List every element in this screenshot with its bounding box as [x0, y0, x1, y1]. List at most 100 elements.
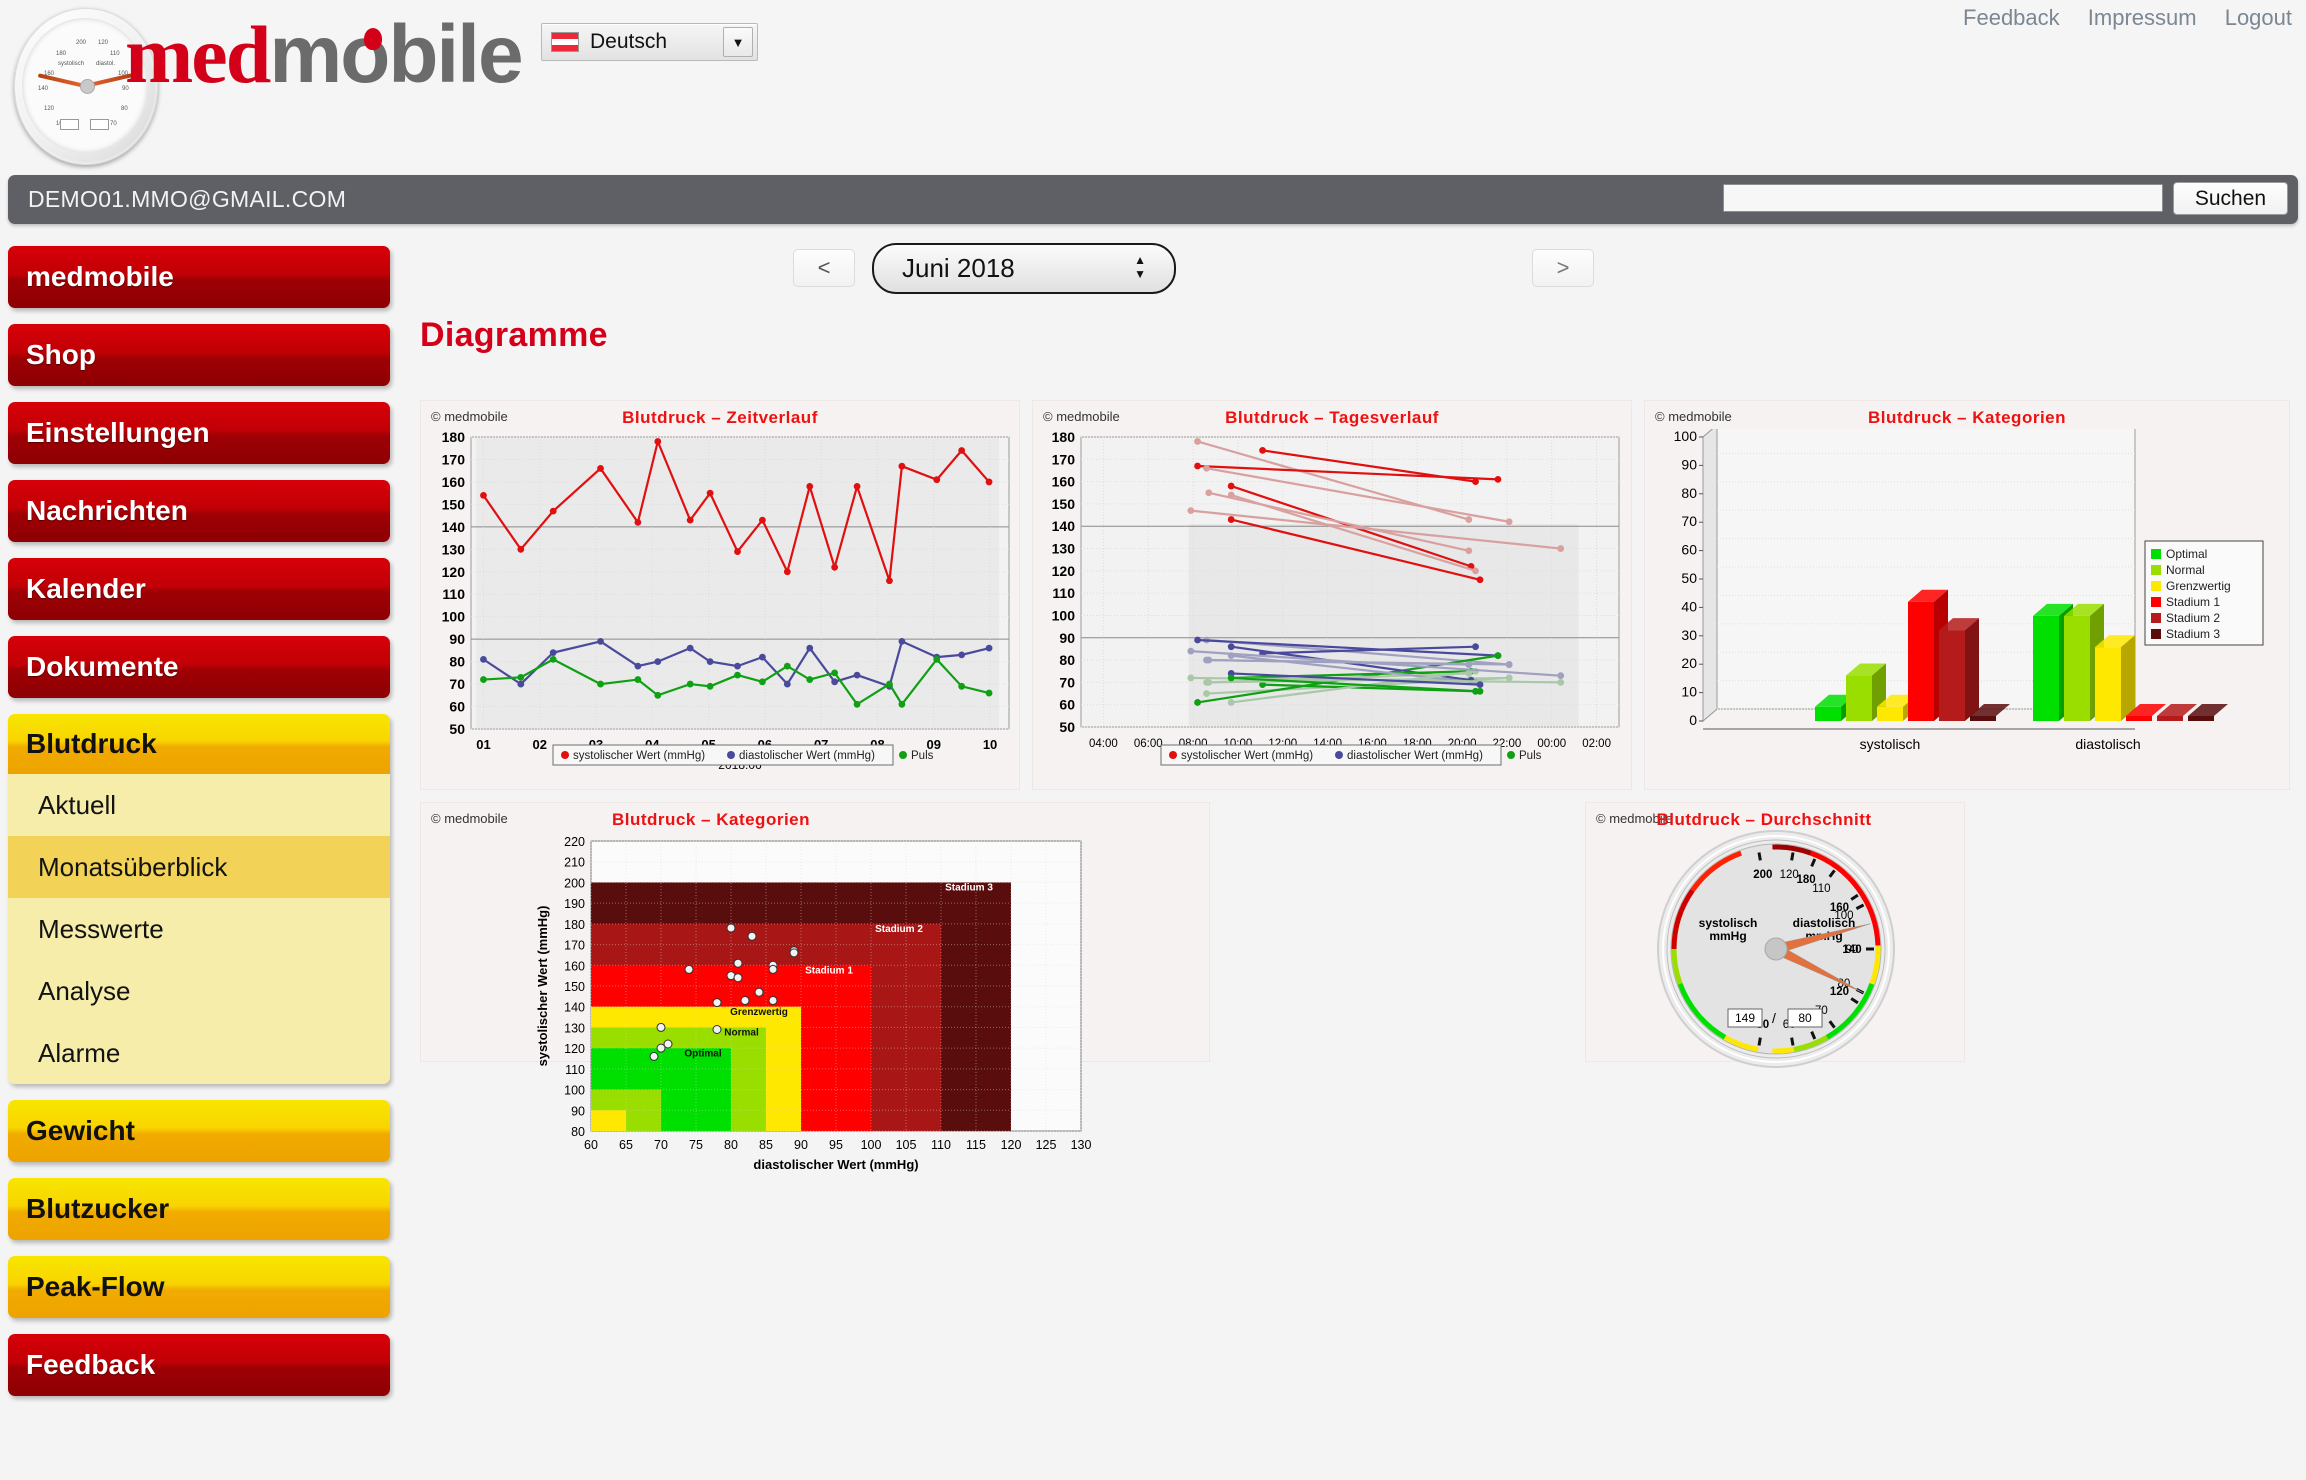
- sidebar-item-label: Nachrichten: [26, 495, 188, 526]
- sidebar-item-peak-flow[interactable]: Peak-Flow: [8, 1256, 390, 1318]
- svg-text:130: 130: [1071, 1138, 1092, 1152]
- svg-text:180: 180: [564, 918, 585, 932]
- spinner-icon[interactable]: ▲ ▼: [1134, 253, 1146, 281]
- svg-text:Stadium 1: Stadium 1: [805, 965, 853, 976]
- sidebar: medmobile Shop Einstellungen Nachrichten…: [8, 246, 398, 1412]
- svg-text:mmHg: mmHg: [1709, 929, 1746, 943]
- svg-text:20: 20: [1681, 655, 1697, 671]
- sidebar-subitem-aktuell[interactable]: Aktuell: [8, 774, 390, 836]
- svg-text:60: 60: [1681, 542, 1697, 558]
- sidebar-item-blutzucker[interactable]: Blutzucker: [8, 1178, 390, 1240]
- svg-text:200: 200: [564, 876, 585, 890]
- sidebar-item-kalender[interactable]: Kalender: [8, 558, 390, 620]
- search-button[interactable]: Suchen: [2173, 182, 2288, 215]
- svg-text:30: 30: [1681, 627, 1697, 643]
- svg-text:60: 60: [584, 1138, 598, 1152]
- svg-text:02:00: 02:00: [1582, 738, 1611, 750]
- language-label: Deutsch: [590, 30, 668, 53]
- austria-flag-icon: [551, 32, 579, 52]
- link-logout[interactable]: Logout: [2225, 5, 2292, 30]
- svg-text:110: 110: [565, 1063, 585, 1077]
- svg-text:60: 60: [1059, 697, 1075, 713]
- search-input[interactable]: [1723, 184, 2163, 212]
- svg-text:130: 130: [1052, 541, 1076, 557]
- svg-text:70: 70: [654, 1138, 668, 1152]
- user-email: DEMO01.MMO@GMAIL.COM: [28, 186, 347, 212]
- sidebar-item-feedback[interactable]: Feedback: [8, 1334, 390, 1396]
- svg-text:120: 120: [1052, 563, 1076, 579]
- month-navigation: < Juni 2018 ▲ ▼ >: [420, 243, 2290, 304]
- chevron-down-icon[interactable]: ▼: [723, 27, 753, 57]
- svg-text:50: 50: [1681, 570, 1697, 586]
- link-impressum[interactable]: Impressum: [2088, 5, 2197, 30]
- user-bar: DEMO01.MMO@GMAIL.COM Suchen: [8, 175, 2298, 224]
- svg-text:150: 150: [442, 496, 466, 512]
- sidebar-item-medmobile[interactable]: medmobile: [8, 246, 390, 308]
- svg-text:120: 120: [1001, 1138, 1022, 1152]
- chart-panel-kategorien-scatter: © medmobile Blutdruck – Kategorien 60 65 7…: [420, 802, 1210, 1172]
- svg-text:0: 0: [1689, 712, 1697, 728]
- chart-panel-kategorien-bar: © medmobile Blutdruck – Kategorien 0 10 20…: [1644, 400, 2290, 790]
- svg-text:120: 120: [442, 564, 466, 580]
- svg-text:systolisch: systolisch: [1860, 736, 1921, 752]
- sidebar-item-dokumente[interactable]: Dokumente: [8, 636, 390, 698]
- link-feedback[interactable]: Feedback: [1963, 5, 2060, 30]
- svg-text:systolischer Wert (mmHg): systolischer Wert (mmHg): [1181, 750, 1313, 762]
- sidebar-group-label: Blutdruck: [26, 728, 157, 759]
- svg-text:149: 149: [1735, 1011, 1755, 1025]
- svg-text:150: 150: [564, 980, 585, 994]
- sidebar-subitem-messwerte[interactable]: Messwerte: [8, 898, 390, 960]
- svg-text:80: 80: [1681, 485, 1697, 501]
- svg-text:80: 80: [1798, 1011, 1812, 1025]
- svg-text:Stadium 2: Stadium 2: [2166, 611, 2220, 625]
- svg-text:Optimal: Optimal: [2166, 547, 2207, 561]
- previous-month-button[interactable]: <: [793, 249, 855, 287]
- next-month-button[interactable]: >: [1532, 249, 1594, 287]
- sidebar-item-nachrichten[interactable]: Nachrichten: [8, 480, 390, 542]
- svg-text:10: 10: [983, 737, 997, 752]
- svg-text:130: 130: [442, 541, 466, 557]
- chart-svg-tagesverlauf: 50 60 70 80 90 100 110 120 130 140 150 160 170 180 04:…: [1052, 429, 1620, 766]
- month-select[interactable]: Juni 2018 ▲ ▼: [872, 243, 1176, 294]
- svg-text:170: 170: [564, 939, 585, 953]
- svg-text:100: 100: [1674, 429, 1698, 444]
- svg-text:160: 160: [442, 474, 466, 490]
- svg-text:80: 80: [1059, 652, 1075, 668]
- sidebar-item-einstellungen[interactable]: Einstellungen: [8, 402, 390, 464]
- sidebar-subitem-monatsuberblick[interactable]: Monatsüberblick: [8, 836, 390, 898]
- svg-text:130: 130: [564, 1021, 585, 1035]
- svg-text:160: 160: [564, 959, 585, 973]
- sidebar-item-blutdruck[interactable]: Blutdruck: [8, 714, 390, 774]
- sidebar-subitem-label: Alarme: [38, 1037, 121, 1068]
- svg-text:diastolischer Wert (mmHg): diastolischer Wert (mmHg): [1347, 750, 1483, 762]
- sidebar-item-label: Shop: [26, 339, 96, 370]
- sidebar-subitem-label: Messwerte: [38, 913, 164, 944]
- sidebar-subitem-alarme[interactable]: Alarme: [8, 1022, 390, 1084]
- svg-text:90: 90: [1059, 630, 1075, 646]
- language-select[interactable]: Deutsch ▼: [541, 23, 758, 61]
- chart-title: Blutdruck – Kategorien: [1867, 408, 2067, 427]
- svg-text:02: 02: [533, 737, 547, 752]
- top-links: Feedback Impressum Logout: [1941, 5, 2292, 31]
- chart-panel-tagesverlauf: © medmobile Blutdruck – Tagesverlauf 50 6…: [1032, 400, 1632, 790]
- svg-text:140: 140: [564, 1001, 585, 1015]
- sidebar-item-label: Einstellungen: [26, 417, 210, 448]
- chart-svg-kategorien-bar: 0 10 20 30 40 50 60 70 80 90 100 systolisch diastoli…: [1674, 429, 2264, 752]
- svg-text:diastolischer Wert (mmHg): diastolischer Wert (mmHg): [739, 750, 875, 762]
- sidebar-item-shop[interactable]: Shop: [8, 324, 390, 386]
- chart-svg-gauge: 8010012014016018020060708090100110120sys…: [1657, 830, 1895, 1068]
- svg-text:Normal: Normal: [2166, 563, 2205, 577]
- sidebar-subitem-analyse[interactable]: Analyse: [8, 960, 390, 1022]
- svg-text:170: 170: [1052, 451, 1076, 467]
- chart-svg-kategorien-scatter: 60 65 70 75 80 85 90 95 100 105 110 115 120 125 130 80 9…: [535, 835, 1092, 1172]
- svg-text:systolisch: systolisch: [1699, 916, 1758, 930]
- svg-text:Grenzwertig: Grenzwertig: [730, 1007, 788, 1018]
- brand-dot-icon: [364, 28, 382, 50]
- chart-svg-zeitverlauf: 50 60 70 80 90 100 110 120 130 140 150 160 170 180 01 0…: [442, 429, 1010, 772]
- svg-text:140: 140: [442, 519, 466, 535]
- svg-text:110: 110: [1812, 883, 1830, 895]
- sidebar-item-label: Dokumente: [26, 651, 179, 682]
- svg-text:160: 160: [1052, 474, 1076, 490]
- svg-text:140: 140: [1052, 518, 1076, 534]
- sidebar-item-gewicht[interactable]: Gewicht: [8, 1100, 390, 1162]
